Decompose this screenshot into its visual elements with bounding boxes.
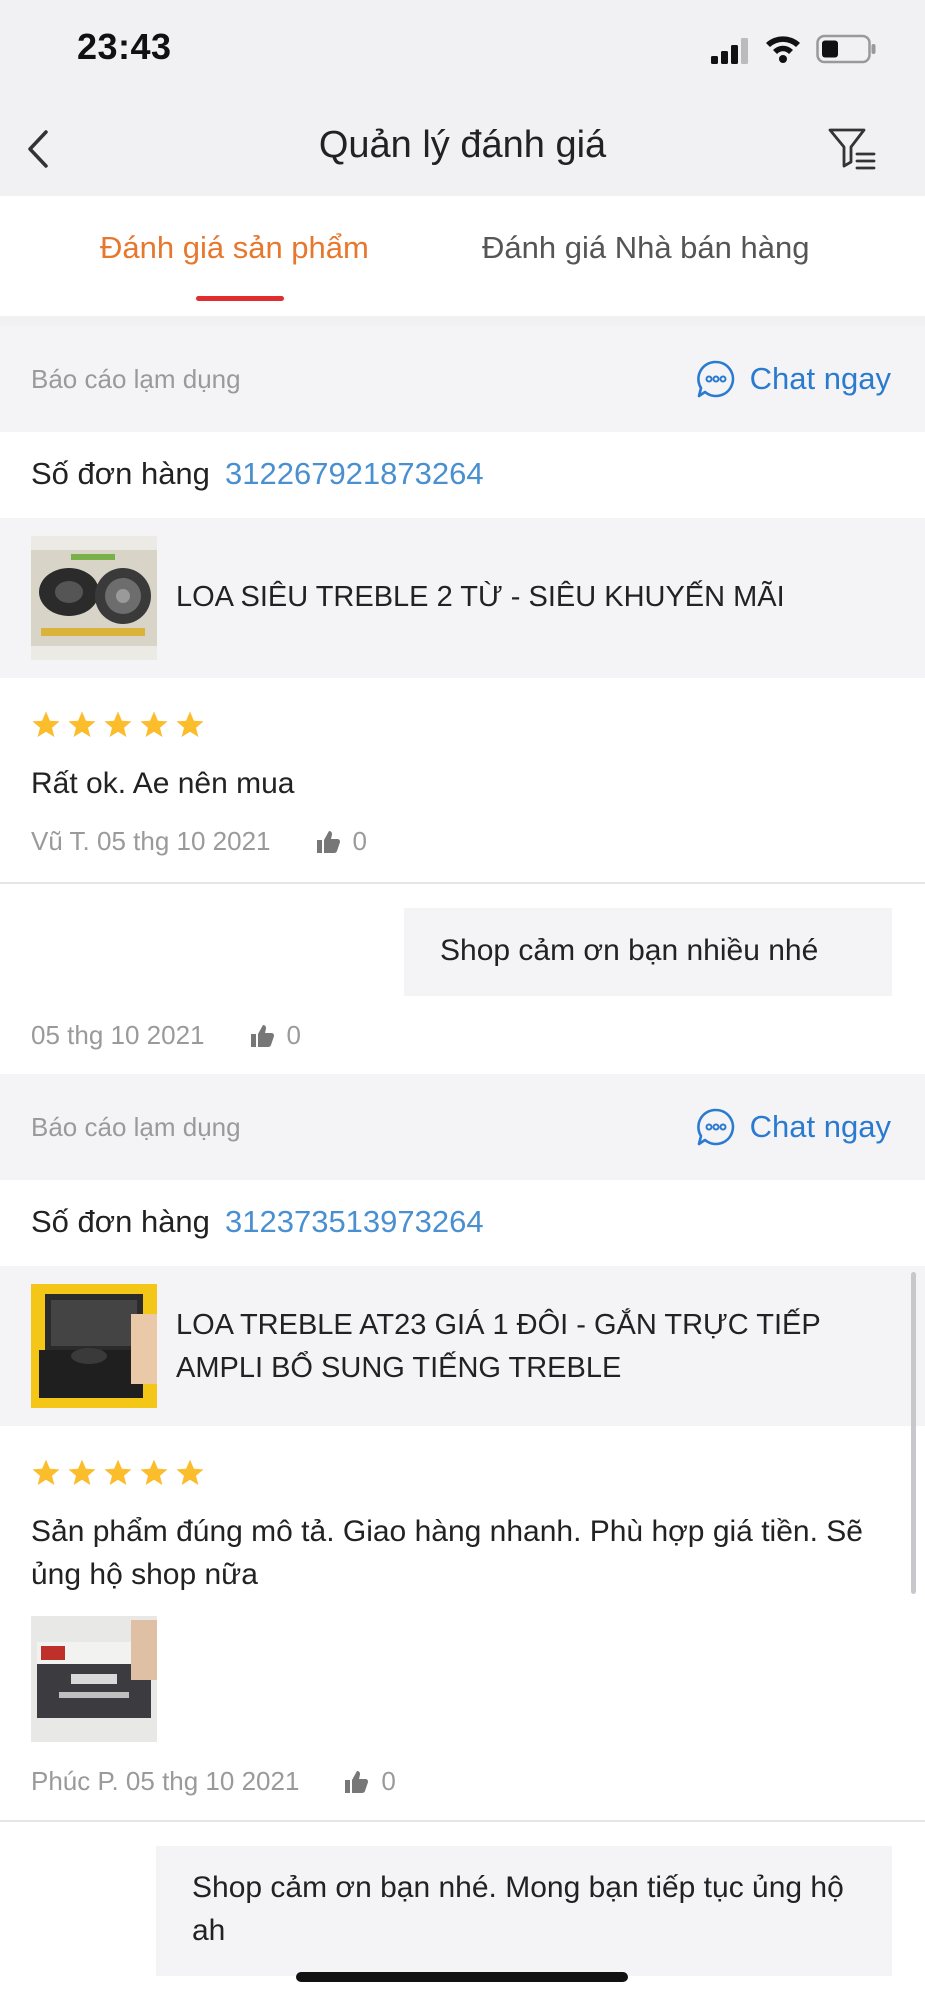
star-icon (140, 1459, 168, 1485)
product-row[interactable]: LOA SIÊU TREBLE 2 TỪ - SIÊU KHUYẾN MÃI (0, 518, 925, 678)
star-icon (140, 711, 168, 737)
review-text: Sản phẩm đúng mô tả. Giao hàng nhanh. Ph… (31, 1515, 863, 1591)
chat-now-label: Chat ngay (749, 1109, 891, 1144)
like-count: 0 (352, 826, 367, 856)
shop-reply-bubble: Shop cảm ơn bạn nhé. Mong bạn tiếp tục ủ… (156, 1846, 892, 1976)
chat-now-button[interactable]: Chat ngay (696, 1104, 891, 1150)
nav-bar: Quản lý đánh giá (0, 100, 925, 196)
shop-reply-bubble: Shop cảm ơn bạn nhiều nhé (404, 908, 892, 996)
star-icon (32, 1459, 60, 1485)
chat-bubble-icon (696, 1108, 734, 1146)
product-row[interactable]: LOA TREBLE AT23 GIÁ 1 ĐÔI - GẮN TRỰC TIẾ… (0, 1266, 925, 1426)
scrollbar[interactable] (911, 1272, 916, 1594)
shop-reply-text: Shop cảm ơn bạn nhiều nhé (440, 934, 819, 967)
product-thumbnail (31, 536, 157, 660)
like-count: 0 (286, 1020, 301, 1050)
status-bar: 23:43 (0, 0, 925, 100)
chat-now-button[interactable]: Chat ngay (696, 356, 891, 402)
shop-reply-text: Shop cảm ơn bạn nhé. Mong bạn tiếp tục ủ… (192, 1871, 844, 1947)
order-row: Số đơn hàng 312373513973264 (0, 1180, 925, 1266)
active-tab-indicator (196, 296, 284, 301)
review-header: Báo cáo lạm dụng Chat ngay (0, 326, 925, 432)
review-meta: Vũ T. 05 thg 10 2021 0 (31, 826, 367, 857)
product-name: LOA TREBLE AT23 GIÁ 1 ĐÔI - GẮN TRỰC TIẾ… (176, 1309, 821, 1384)
review-author-date: Phúc P. 05 thg 10 2021 (31, 1766, 300, 1796)
speaker-product-image (31, 1284, 157, 1408)
star-icon (104, 1459, 132, 1485)
star-icon (104, 711, 132, 737)
home-indicator[interactable] (296, 1972, 628, 1982)
review-meta: Phúc P. 05 thg 10 2021 0 (31, 1766, 396, 1797)
star-icon (32, 711, 60, 737)
star-rating (31, 1458, 205, 1488)
order-row: Số đơn hàng 312267921873264 (0, 432, 925, 518)
review-header: Báo cáo lạm dụng Chat ngay (0, 1074, 925, 1180)
star-icon (68, 1459, 96, 1485)
star-icon (176, 711, 204, 737)
order-number-link[interactable]: 312373513973264 (225, 1204, 484, 1240)
review-tabs: Đánh giá sản phẩm Đánh giá Nhà bán hàng (0, 196, 925, 326)
report-abuse-link[interactable]: Báo cáo lạm dụng (31, 364, 241, 395)
thumbs-up-icon[interactable] (249, 1023, 275, 1049)
chat-now-label: Chat ngay (749, 361, 891, 396)
divider (0, 1820, 925, 1822)
battery-icon (816, 34, 876, 64)
speaker-product-image (31, 536, 157, 660)
review-author-date: Vũ T. 05 thg 10 2021 (31, 826, 271, 856)
review-photo-image (31, 1616, 157, 1742)
like-count: 0 (381, 1766, 396, 1796)
star-icon (68, 711, 96, 737)
section-separator (0, 316, 925, 326)
order-label: Số đơn hàng (31, 1204, 210, 1239)
chat-bubble-icon (696, 360, 734, 398)
filter-icon[interactable] (826, 122, 878, 174)
review-text: Rất ok. Ae nên mua (31, 767, 295, 800)
order-number-link[interactable]: 312267921873264 (225, 456, 484, 492)
tab-product-reviews[interactable]: Đánh giá sản phẩm (100, 230, 369, 266)
product-name: LOA SIÊU TREBLE 2 TỪ - SIÊU KHUYẾN MÃI (176, 581, 785, 613)
cellular-signal-icon (711, 38, 748, 64)
wifi-icon (766, 36, 800, 63)
star-rating (31, 710, 205, 740)
report-abuse-link[interactable]: Báo cáo lạm dụng (31, 1112, 241, 1143)
divider (0, 882, 925, 884)
product-thumbnail (31, 1284, 157, 1408)
star-icon (176, 1459, 204, 1485)
page-title: Quản lý đánh giá (318, 124, 607, 166)
reply-date: 05 thg 10 2021 (31, 1020, 205, 1050)
thumbs-up-icon[interactable] (315, 829, 341, 855)
thumbs-up-icon[interactable] (343, 1769, 369, 1795)
review-photo[interactable] (31, 1616, 157, 1742)
status-time: 23:43 (77, 26, 172, 67)
tab-seller-reviews[interactable]: Đánh giá Nhà bán hàng (482, 230, 809, 266)
order-label: Số đơn hàng (31, 456, 210, 491)
reply-meta: 05 thg 10 2021 0 (31, 1020, 301, 1051)
